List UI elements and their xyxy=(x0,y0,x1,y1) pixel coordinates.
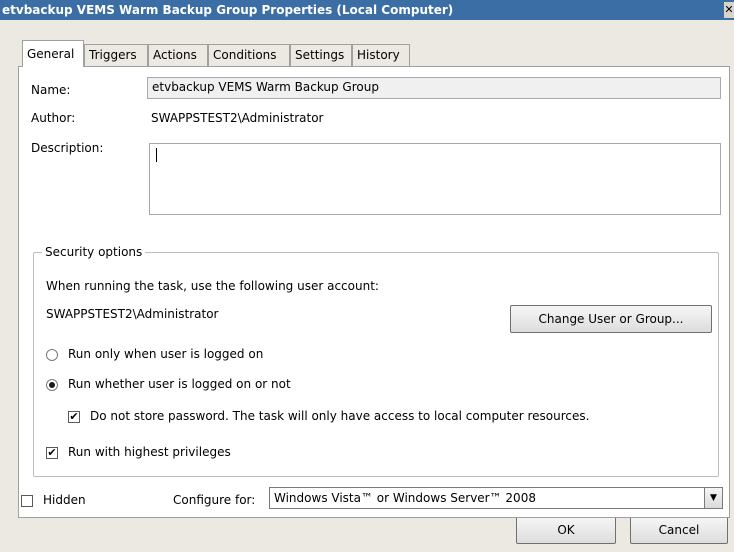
description-label: Description: xyxy=(31,141,104,155)
tab-history-label: History xyxy=(357,48,400,62)
tab-actions-label: Actions xyxy=(153,48,197,62)
properties-dialog: General Triggers Actions Conditions Sett… xyxy=(0,20,734,552)
no-store-password-checkbox[interactable]: ✔ xyxy=(68,411,80,423)
configure-for-select[interactable]: Windows Vista™ or Windows Server™ 2008 ▼ xyxy=(269,487,723,509)
change-user-group-button[interactable]: Change User or Group... xyxy=(510,305,712,333)
account-prompt: When running the task, use the following… xyxy=(46,279,379,293)
tab-settings-label: Settings xyxy=(295,48,345,62)
tab-general[interactable]: General xyxy=(22,40,84,67)
radio-run-only-logged-on[interactable] xyxy=(46,349,58,361)
tab-history[interactable]: History xyxy=(352,44,410,66)
name-field[interactable]: etvbackup VEMS Warm Backup Group xyxy=(147,77,721,99)
account-value: SWAPPSTEST2\Administrator xyxy=(46,307,219,321)
hidden-checkbox[interactable] xyxy=(21,495,33,507)
tab-conditions-label: Conditions xyxy=(213,48,277,62)
security-options-legend: Security options xyxy=(42,245,146,259)
radio-run-whether-logged-on-label[interactable]: Run whether user is logged on or not xyxy=(68,377,291,391)
no-store-password-label[interactable]: Do not store password. The task will onl… xyxy=(90,409,589,423)
ok-button[interactable]: OK xyxy=(516,516,616,544)
security-options-group: Security options When running the task, … xyxy=(33,245,719,477)
tab-triggers[interactable]: Triggers xyxy=(84,44,148,66)
tab-settings[interactable]: Settings xyxy=(290,44,352,66)
tab-conditions[interactable]: Conditions xyxy=(208,44,290,66)
highest-privileges-checkbox[interactable]: ✔ xyxy=(46,447,58,459)
hidden-label[interactable]: Hidden xyxy=(43,493,86,507)
tab-actions[interactable]: Actions xyxy=(148,44,208,66)
window-titlebar: etvbackup VEMS Warm Backup Group Propert… xyxy=(0,0,734,20)
tab-triggers-label: Triggers xyxy=(89,48,137,62)
configure-for-value: Windows Vista™ or Windows Server™ 2008 xyxy=(274,491,536,505)
chevron-down-icon[interactable]: ▼ xyxy=(704,488,722,508)
text-caret xyxy=(156,148,157,162)
radio-run-only-logged-on-label[interactable]: Run only when user is logged on xyxy=(68,347,263,361)
radio-run-whether-logged-on[interactable] xyxy=(46,379,58,391)
author-label: Author: xyxy=(31,111,76,125)
name-label: Name: xyxy=(31,83,71,97)
cancel-button[interactable]: Cancel xyxy=(630,516,728,544)
description-field[interactable] xyxy=(149,143,721,215)
highest-privileges-label[interactable]: Run with highest privileges xyxy=(68,445,231,459)
tab-general-label: General xyxy=(27,47,75,61)
window-title: etvbackup VEMS Warm Backup Group Propert… xyxy=(2,3,454,17)
configure-for-label: Configure for: xyxy=(173,493,256,507)
author-value: SWAPPSTEST2\Administrator xyxy=(151,111,324,125)
close-icon[interactable]: ✕ xyxy=(724,2,734,18)
general-tab-panel: Name: etvbackup VEMS Warm Backup Group A… xyxy=(18,66,730,518)
